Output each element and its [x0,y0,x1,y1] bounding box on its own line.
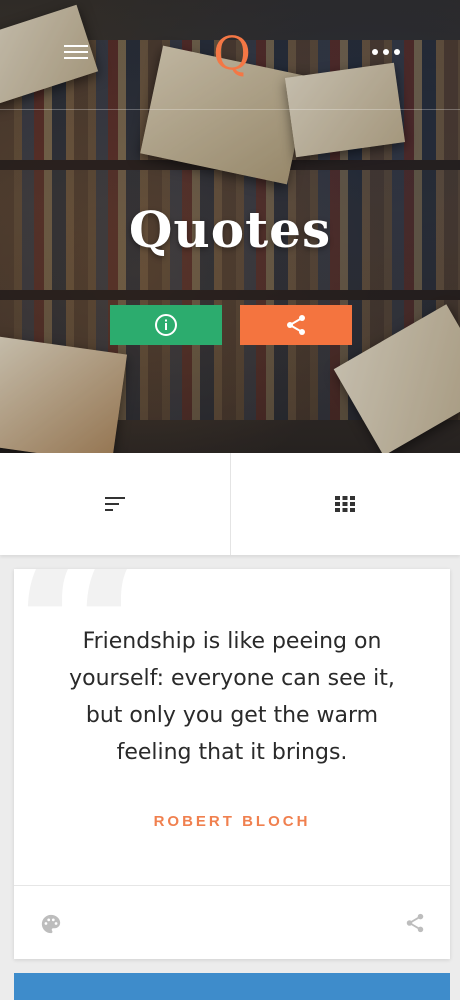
app-logo[interactable]: Q [212,28,252,78]
more-options-icon[interactable] [372,49,400,57]
quote-text: Friendship is like peeing on yourself: e… [69,629,395,765]
quote-card[interactable]: “ Friendship is like peeing on yourself:… [14,569,450,959]
sort-button[interactable] [0,453,230,555]
info-button[interactable] [110,305,222,345]
info-icon [155,314,177,336]
top-app-bar: Q [0,0,460,110]
grid-view-icon [335,496,356,512]
sort-icon [104,497,125,511]
hamburger-menu-icon[interactable] [64,45,88,63]
palette-icon[interactable] [40,913,62,935]
hero-banner: Q Quotes [0,0,460,453]
quote-author: ROBERT BLOCH [153,813,311,830]
card-footer [14,885,450,959]
grid-view-button[interactable] [229,453,460,555]
share-icon [287,315,305,335]
share-icon[interactable] [404,912,426,934]
page-title: Quotes [128,200,332,259]
next-quote-card[interactable] [14,973,450,1000]
share-button[interactable] [240,305,352,345]
toolbar-tabs [0,453,460,555]
